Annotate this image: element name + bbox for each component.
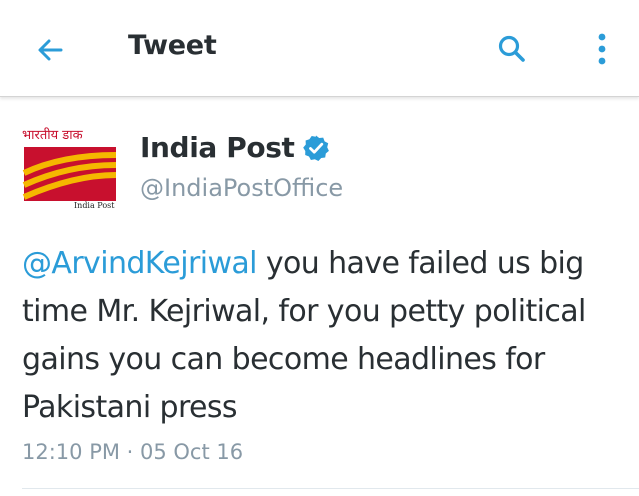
- avatar[interactable]: भारतीय डाक India Post: [22, 127, 122, 213]
- author-name-row: India Post: [140, 131, 330, 164]
- logo-caption: India Post: [74, 201, 115, 210]
- india-post-logo-icon: [22, 147, 117, 201]
- more-vertical-icon: [598, 33, 606, 65]
- page-title: Tweet: [128, 30, 217, 61]
- app-bar: Tweet: [0, 0, 639, 97]
- tweet-timestamp[interactable]: 12:10 PM · 05 Oct 16: [22, 440, 243, 464]
- tweet-detail-screen: Tweet भारतीय डाक India Post India Post @…: [0, 0, 639, 496]
- back-button[interactable]: [28, 28, 72, 72]
- tweet-text: @ArvindKejriwal you have failed us big t…: [22, 240, 622, 432]
- tweet-card: भारतीय डाक India Post India Post @IndiaP…: [0, 97, 639, 496]
- mention-link[interactable]: @ArvindKejriwal: [22, 246, 258, 281]
- more-options-button[interactable]: [580, 27, 624, 71]
- search-icon: [498, 35, 525, 62]
- logo-hindi-text: भारतीय डाक: [22, 128, 83, 143]
- verified-badge-icon: [302, 134, 330, 162]
- user-handle[interactable]: @IndiaPostOffice: [140, 174, 343, 202]
- display-name[interactable]: India Post: [140, 131, 295, 164]
- search-button[interactable]: [490, 27, 534, 71]
- arrow-left-icon: [38, 39, 63, 61]
- divider: [22, 488, 639, 489]
